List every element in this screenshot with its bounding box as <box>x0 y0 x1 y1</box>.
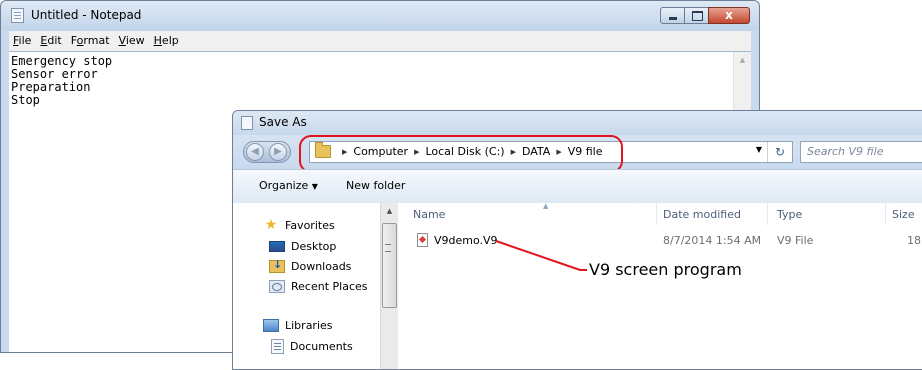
callout-leader-line <box>495 240 587 271</box>
callout-label: V9 screen program <box>589 260 742 279</box>
